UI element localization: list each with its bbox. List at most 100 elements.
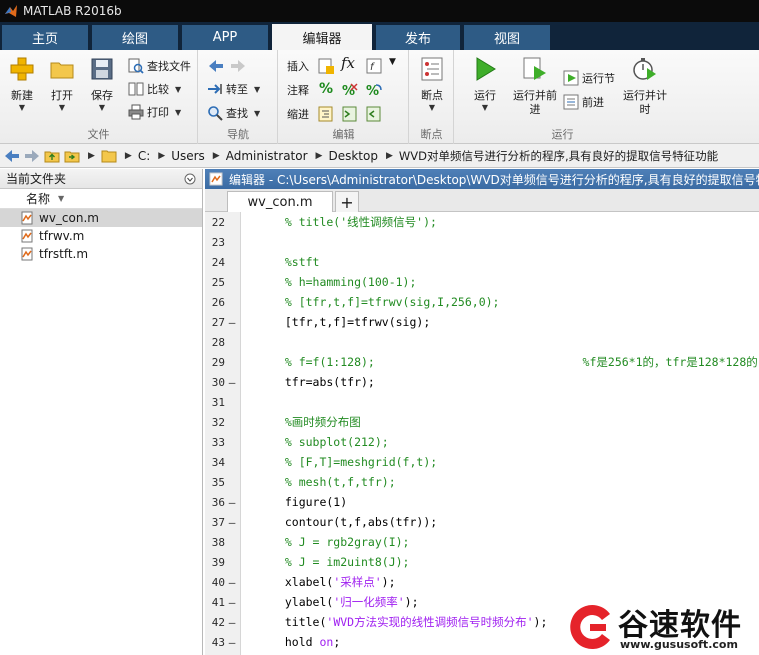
insert-button[interactable]: 插入 — [287, 56, 309, 76]
compare-button[interactable]: 比较 ▼ — [128, 79, 181, 99]
breadcrumb-users[interactable]: Users — [171, 149, 205, 163]
code-line[interactable]: 40— xlabel('采样点'); — [205, 572, 759, 592]
tab-view[interactable]: 视图 — [464, 25, 550, 50]
tab-home[interactable]: 主页 — [2, 25, 88, 50]
line-number: 27 — [211, 315, 225, 329]
tab-plots[interactable]: 绘图 — [92, 25, 178, 50]
file-item-tfrstft[interactable]: tfrstft.m — [0, 245, 202, 263]
address-bar: ▶ ▶ C: ▶ Users ▶ Administrator ▶ Desktop… — [0, 144, 759, 168]
code-line[interactable]: 37— contour(t,f,abs(tfr)); — [205, 512, 759, 532]
line-number: 38 — [211, 535, 225, 549]
navigate-section: 转至 ▼ 查找 ▼ 导航 — [199, 50, 278, 144]
forward-arrow-icon[interactable] — [229, 57, 247, 75]
comment-button[interactable]: 注释 — [287, 80, 309, 100]
save-button[interactable]: 保存 ▼ — [82, 56, 122, 113]
uncomment-icon[interactable]: % — [365, 81, 383, 99]
chevron-right-icon: ▶ — [158, 150, 166, 161]
breakpoints-button[interactable]: 断点 ▼ — [412, 56, 452, 113]
breadcrumb-project-folder[interactable]: WVD对单频信号进行分析的程序,具有良好的提取信号特征功能 — [399, 148, 718, 164]
breakpoint-marker[interactable]: — — [225, 516, 239, 529]
run-and-time-button[interactable]: 运行并计时 — [623, 56, 667, 117]
breakpoint-marker[interactable]: — — [225, 316, 239, 329]
open-button[interactable]: 打开 ▼ — [42, 56, 82, 113]
chevron-down-icon[interactable]: ▼ — [389, 57, 407, 75]
code-line[interactable]: 23 — [205, 232, 759, 252]
chevron-down-icon: ▼ — [98, 103, 106, 112]
new-tab-button[interactable]: + — [335, 191, 359, 212]
new-button[interactable]: 新建 ▼ — [2, 56, 42, 113]
back-arrow-icon[interactable] — [207, 57, 225, 75]
find-files-button[interactable]: 查找文件 — [128, 56, 191, 76]
back-arrow-icon[interactable] — [4, 148, 20, 164]
code-line[interactable]: 22 % title('线性调频信号'); — [205, 212, 759, 232]
advance-button[interactable]: 前进 — [563, 92, 604, 112]
file-item-wv-con[interactable]: wv_con.m — [0, 209, 202, 227]
code-token: 'WVD方法实现的线性调频信号时频分布' — [326, 615, 534, 629]
code-line[interactable]: 27— [tfr,t,f]=tfrwv(sig); — [205, 312, 759, 332]
indent-button[interactable]: 缩进 — [287, 104, 309, 124]
run-advance-label: 运行并前进 — [513, 89, 557, 116]
breakpoint-marker[interactable]: — — [225, 636, 239, 649]
increase-indent-icon[interactable] — [341, 105, 359, 123]
breakpoint-marker[interactable]: — — [225, 596, 239, 609]
code-area[interactable]: 22 % title('线性调频信号'); 23 24 %stft 25 % h=ha… — [205, 212, 759, 655]
code-line[interactable]: 34 % [F,T]=meshgrid(f,t); — [205, 452, 759, 472]
code-line[interactable]: 26 % [tfr,t,f]=tfrwv(sig,I,256,0); — [205, 292, 759, 312]
function-icon[interactable]: f — [365, 57, 383, 75]
smart-indent-icon[interactable] — [317, 105, 335, 123]
up-folder-icon[interactable] — [44, 148, 60, 164]
run-button[interactable]: 运行 ▼ — [465, 56, 505, 113]
breakpoint-marker[interactable]: — — [225, 376, 239, 389]
run-and-advance-button[interactable]: 运行并前进 — [513, 56, 557, 117]
code-token: title( — [271, 615, 327, 629]
breadcrumb-drive[interactable]: C: — [138, 149, 150, 163]
code-line[interactable]: 39 % J = im2uint8(J); — [205, 552, 759, 572]
insert-function-button[interactable]: fx — [341, 54, 359, 72]
run-section-button[interactable]: 运行节 — [563, 68, 615, 88]
forward-arrow-icon[interactable] — [24, 148, 40, 164]
tab-publish[interactable]: 发布 — [376, 25, 460, 50]
editor-tab-wv-con[interactable]: wv_con.m — [227, 191, 333, 212]
chevron-down-icon: ▼ — [58, 103, 66, 112]
code-line[interactable]: 25 % h=hamming(100-1); — [205, 272, 759, 292]
code-text: % f=f(1:128); %f是256*1的，tfr是128*128的， — [271, 354, 759, 370]
tab-plots-label: 绘图 — [121, 32, 148, 47]
run-label: 运行 — [474, 89, 496, 102]
panel-menu-icon[interactable] — [184, 173, 196, 185]
run-section-label: 运行节 — [582, 72, 615, 85]
code-line[interactable]: 32 %画时频分布图 — [205, 412, 759, 432]
tab-apps[interactable]: APP — [182, 25, 268, 50]
code-line[interactable]: 24 %stft — [205, 252, 759, 272]
run-section-icon — [563, 70, 579, 86]
line-number: 26 — [211, 295, 225, 309]
decrease-indent-icon[interactable] — [365, 105, 383, 123]
code-token: % J = im2uint8(J); — [271, 555, 410, 569]
code-token: % title('线性调频信号'); — [271, 215, 437, 229]
code-line[interactable]: 36— figure(1) — [205, 492, 759, 512]
tab-editor[interactable]: 编辑器 — [272, 24, 372, 50]
code-line[interactable]: 38 % J = rgb2gray(I); — [205, 532, 759, 552]
code-line[interactable]: 29 % f=f(1:128); %f是256*1的，tfr是128*128的， — [205, 352, 759, 372]
code-line[interactable]: 28 — [205, 332, 759, 352]
code-line[interactable]: 30— tfr=abs(tfr); — [205, 372, 759, 392]
print-button[interactable]: 打印 ▼ — [128, 102, 181, 122]
breadcrumb-desktop[interactable]: Desktop — [328, 149, 378, 163]
tab-view-label: 视图 — [493, 32, 520, 47]
code-line[interactable]: 35 % mesh(t,f,tfr); — [205, 472, 759, 492]
wrap-comments-icon[interactable]: % — [341, 81, 359, 99]
breadcrumb-administrator[interactable]: Administrator — [226, 149, 308, 163]
open-label: 打开 — [51, 89, 73, 102]
file-item-tfrwv[interactable]: tfrwv.m — [0, 227, 202, 245]
code-line[interactable]: 33 % subplot(212); — [205, 432, 759, 452]
breakpoint-marker[interactable]: — — [225, 576, 239, 589]
insert-section-icon[interactable] — [317, 57, 335, 75]
name-column-header[interactable]: 名称 ▼ — [0, 189, 202, 209]
code-line[interactable]: 31 — [205, 392, 759, 412]
goto-button[interactable]: 转至 ▼ — [207, 79, 260, 99]
browse-folder-icon[interactable] — [64, 148, 80, 164]
breakpoint-marker[interactable]: — — [225, 496, 239, 509]
comment-percent-icon[interactable]: % — [319, 81, 337, 99]
breakpoint-marker[interactable]: — — [225, 616, 239, 629]
chevron-down-icon: ▼ — [254, 108, 261, 118]
find-button[interactable]: 查找 ▼ — [207, 103, 260, 123]
